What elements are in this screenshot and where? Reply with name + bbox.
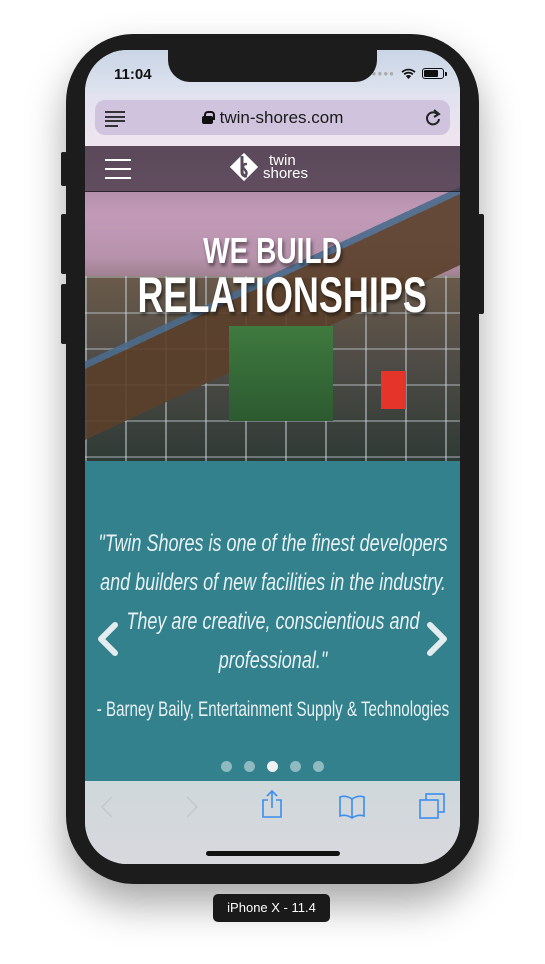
browser-address-area: twin-shores.com [85, 94, 460, 146]
logo-text-shores: shores [263, 165, 309, 182]
status-icons: ●●●● [371, 68, 447, 79]
hero-line-2: RELATIONSHIPS [137, 267, 427, 323]
logo-mark-icon [229, 152, 259, 182]
store-sign-image [381, 371, 406, 409]
testimonial-author: - Barney Baily, Entertainment Supply & T… [85, 698, 460, 722]
hero-line-1: WE BUILD [203, 230, 342, 271]
reload-icon[interactable] [424, 108, 442, 128]
tabs-icon[interactable] [418, 792, 446, 820]
mute-switch [61, 152, 67, 186]
url-text: twin-shores.com [219, 107, 344, 127]
volume-up-button [61, 214, 67, 274]
author-text: - Barney Baily, Entertainment Supply & T… [96, 698, 450, 721]
carousel-prev-arrow-icon[interactable] [93, 619, 123, 659]
device-label: iPhone X - 11.4 [213, 894, 330, 922]
signal-icon: ●●●● [371, 69, 395, 78]
carousel-dot-1[interactable] [221, 761, 232, 772]
status-time: 11:04 [114, 66, 152, 83]
share-icon[interactable] [261, 789, 283, 819]
lock-icon [201, 111, 215, 124]
site-nav: twin shores [85, 146, 460, 192]
hero-headline: WE BUILD RELATIONSHIPS [85, 230, 460, 323]
carousel-next-arrow-icon[interactable] [422, 619, 452, 659]
bookmarks-icon[interactable] [338, 794, 366, 820]
power-button [478, 214, 484, 314]
carousel-dot-2[interactable] [244, 761, 255, 772]
battery-icon [422, 68, 447, 79]
home-indicator[interactable] [206, 851, 340, 856]
quote-text: "Twin Shores is one of the finest develo… [98, 530, 448, 674]
testimonial-carousel: "Twin Shores is one of the finest develo… [85, 461, 460, 781]
forward-icon[interactable] [185, 795, 199, 819]
menu-icon[interactable] [105, 159, 131, 186]
reader-view-icon[interactable] [105, 111, 125, 129]
testimonial-quote: "Twin Shores is one of the finest develo… [85, 524, 460, 680]
screen: 11:04 ●●●● twin-shores.com twin shores W… [85, 50, 460, 864]
billboard-image [229, 326, 333, 421]
carousel-dots [85, 761, 460, 772]
back-icon[interactable] [100, 795, 114, 819]
url-bar[interactable]: twin-shores.com [95, 100, 450, 135]
notch [168, 50, 377, 82]
browser-toolbar [85, 781, 460, 864]
site-logo[interactable]: twin shores [227, 150, 308, 184]
carousel-dot-3[interactable] [267, 761, 278, 772]
volume-down-button [61, 284, 67, 344]
wifi-icon [401, 68, 416, 79]
carousel-dot-5[interactable] [313, 761, 324, 772]
carousel-dot-4[interactable] [290, 761, 301, 772]
